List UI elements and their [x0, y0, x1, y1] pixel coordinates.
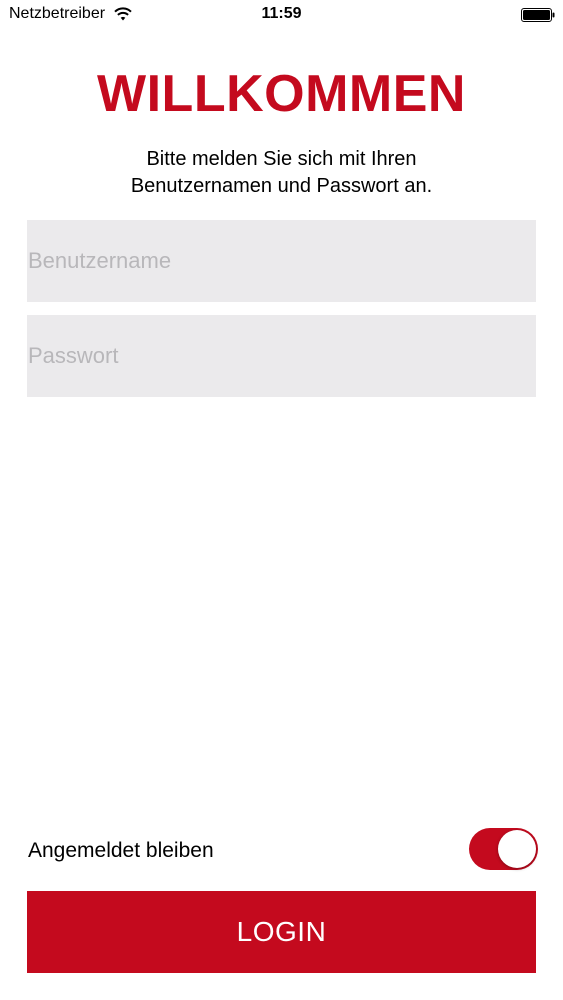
battery-icon	[521, 8, 555, 22]
password-input[interactable]	[27, 315, 536, 397]
instructions-line-2: Benutzernamen und Passwort an.	[130, 175, 433, 197]
remember-me-toggle[interactable]	[469, 828, 538, 870]
username-input[interactable]	[27, 220, 536, 302]
remember-me-label: Angemeldet bleiben	[28, 839, 214, 862]
instructions-line-1: Bitte melden Sie sich mit Ihren	[146, 148, 417, 170]
login-button[interactable]: LOGIN	[27, 891, 536, 973]
login-instructions: Bitte melden Sie sich mit Ihren Benutzer…	[0, 146, 563, 200]
status-time: 11:59	[261, 5, 302, 22]
page-title: WILLKOMMEN	[97, 65, 466, 123]
status-bar: Netzbetreiber 11:59	[0, 0, 563, 30]
login-screen: Netzbetreiber 11:59 WILLKOMMEN Bitte mel…	[0, 0, 563, 1000]
toggle-knob	[498, 830, 536, 868]
